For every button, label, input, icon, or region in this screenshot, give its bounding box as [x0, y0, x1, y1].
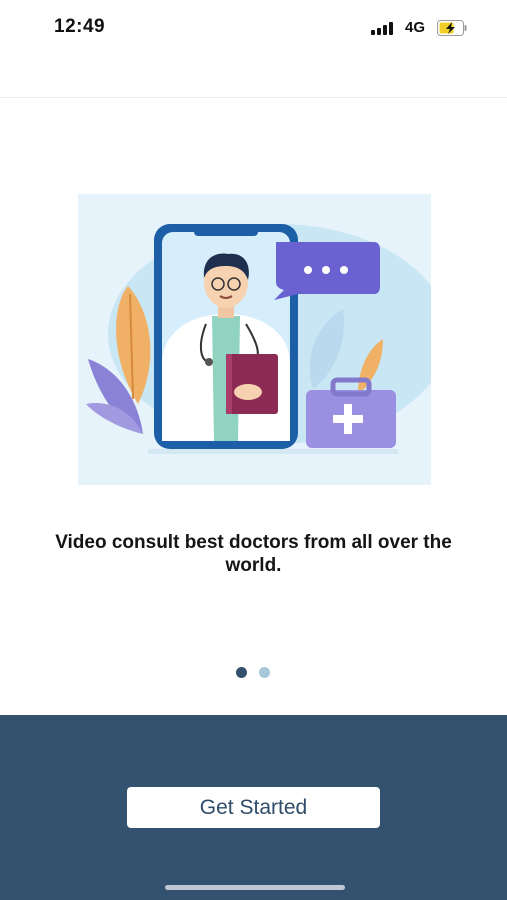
home-indicator[interactable]: [165, 885, 345, 890]
page-dot-inactive[interactable]: [259, 667, 270, 678]
signal-bars-icon: [371, 21, 399, 35]
page-dot-active[interactable]: [236, 667, 247, 678]
header-divider: [0, 97, 507, 98]
network-type-label: 4G: [405, 19, 426, 36]
onboarding-caption: Video consult best doctors from all over…: [55, 532, 452, 576]
get-started-button[interactable]: Get Started: [127, 787, 380, 828]
footer-panel: Get Started: [0, 715, 507, 900]
status-time: 12:49: [54, 16, 106, 37]
page-indicator: [236, 667, 276, 679]
status-bar: 12:49 4G: [0, 0, 507, 58]
doctor-video-call-illustration: [78, 194, 431, 485]
battery-charging-icon: [437, 20, 467, 36]
